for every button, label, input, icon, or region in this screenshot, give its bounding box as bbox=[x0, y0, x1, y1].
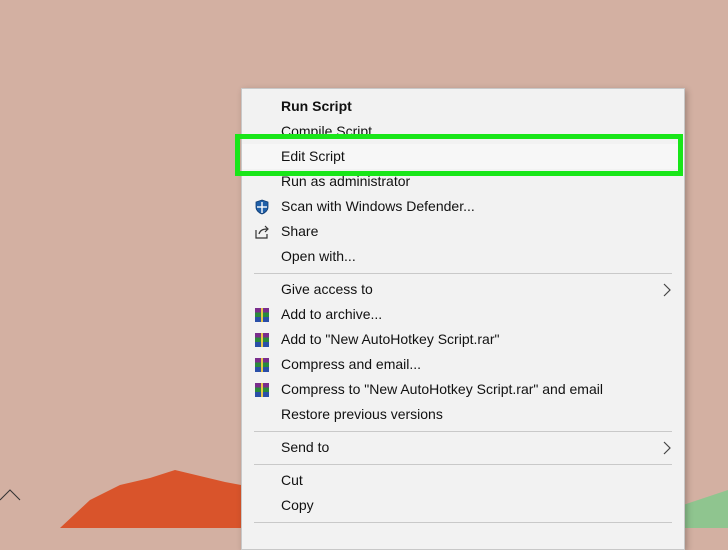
menu-item-share[interactable]: Share bbox=[242, 219, 684, 244]
menu-item-add-to-archive[interactable]: Add to archive... bbox=[242, 302, 684, 327]
winrar-icon bbox=[254, 357, 270, 373]
menu-item-copy[interactable]: Copy bbox=[242, 493, 684, 518]
menu-item-label: Add to archive... bbox=[281, 306, 383, 322]
menu-item-label: Cut bbox=[281, 472, 303, 488]
winrar-icon bbox=[254, 332, 270, 348]
menu-item-compress-to-rar-and-email[interactable]: Compress to "New AutoHotkey Script.rar" … bbox=[242, 377, 684, 402]
share-icon bbox=[254, 224, 270, 240]
edit-script-highlight-box bbox=[235, 134, 683, 176]
menu-item-label: Open with... bbox=[281, 248, 356, 264]
menu-item-give-access-to[interactable]: Give access to bbox=[242, 277, 684, 302]
menu-separator bbox=[254, 431, 672, 432]
chevron-right-icon bbox=[662, 282, 672, 298]
menu-item-send-to[interactable]: Send to bbox=[242, 435, 684, 460]
menu-separator bbox=[254, 273, 672, 274]
menu-item-scan-windows-defender[interactable]: Scan with Windows Defender... bbox=[242, 194, 684, 219]
menu-item-label: Restore previous versions bbox=[281, 406, 443, 422]
menu-item-label: Compress and email... bbox=[281, 356, 422, 372]
menu-item-label: Run Script bbox=[281, 98, 352, 114]
winrar-icon bbox=[254, 307, 270, 323]
menu-item-label: Compress to "New AutoHotkey Script.rar" … bbox=[281, 381, 603, 397]
menu-item-label: Scan with Windows Defender... bbox=[281, 198, 475, 214]
chevron-right-icon bbox=[662, 440, 672, 456]
menu-separator bbox=[254, 522, 672, 523]
menu-item-label: Share bbox=[281, 223, 319, 239]
menu-item-open-with[interactable]: Open with... bbox=[242, 244, 684, 269]
menu-separator bbox=[254, 464, 672, 465]
menu-item-restore-previous-versions[interactable]: Restore previous versions bbox=[242, 402, 684, 427]
menu-item-add-to-rar[interactable]: Add to "New AutoHotkey Script.rar" bbox=[242, 327, 684, 352]
menu-item-label: Send to bbox=[281, 439, 330, 455]
menu-item-label: Copy bbox=[281, 497, 314, 513]
menu-item-run-script[interactable]: Run Script bbox=[242, 94, 684, 119]
menu-item-label: Add to "New AutoHotkey Script.rar" bbox=[281, 331, 500, 347]
windows-defender-shield-icon bbox=[254, 199, 270, 215]
menu-item-compress-and-email[interactable]: Compress and email... bbox=[242, 352, 684, 377]
winrar-icon bbox=[254, 382, 270, 398]
menu-item-cut[interactable]: Cut bbox=[242, 468, 684, 493]
menu-item-label: Give access to bbox=[281, 281, 373, 297]
